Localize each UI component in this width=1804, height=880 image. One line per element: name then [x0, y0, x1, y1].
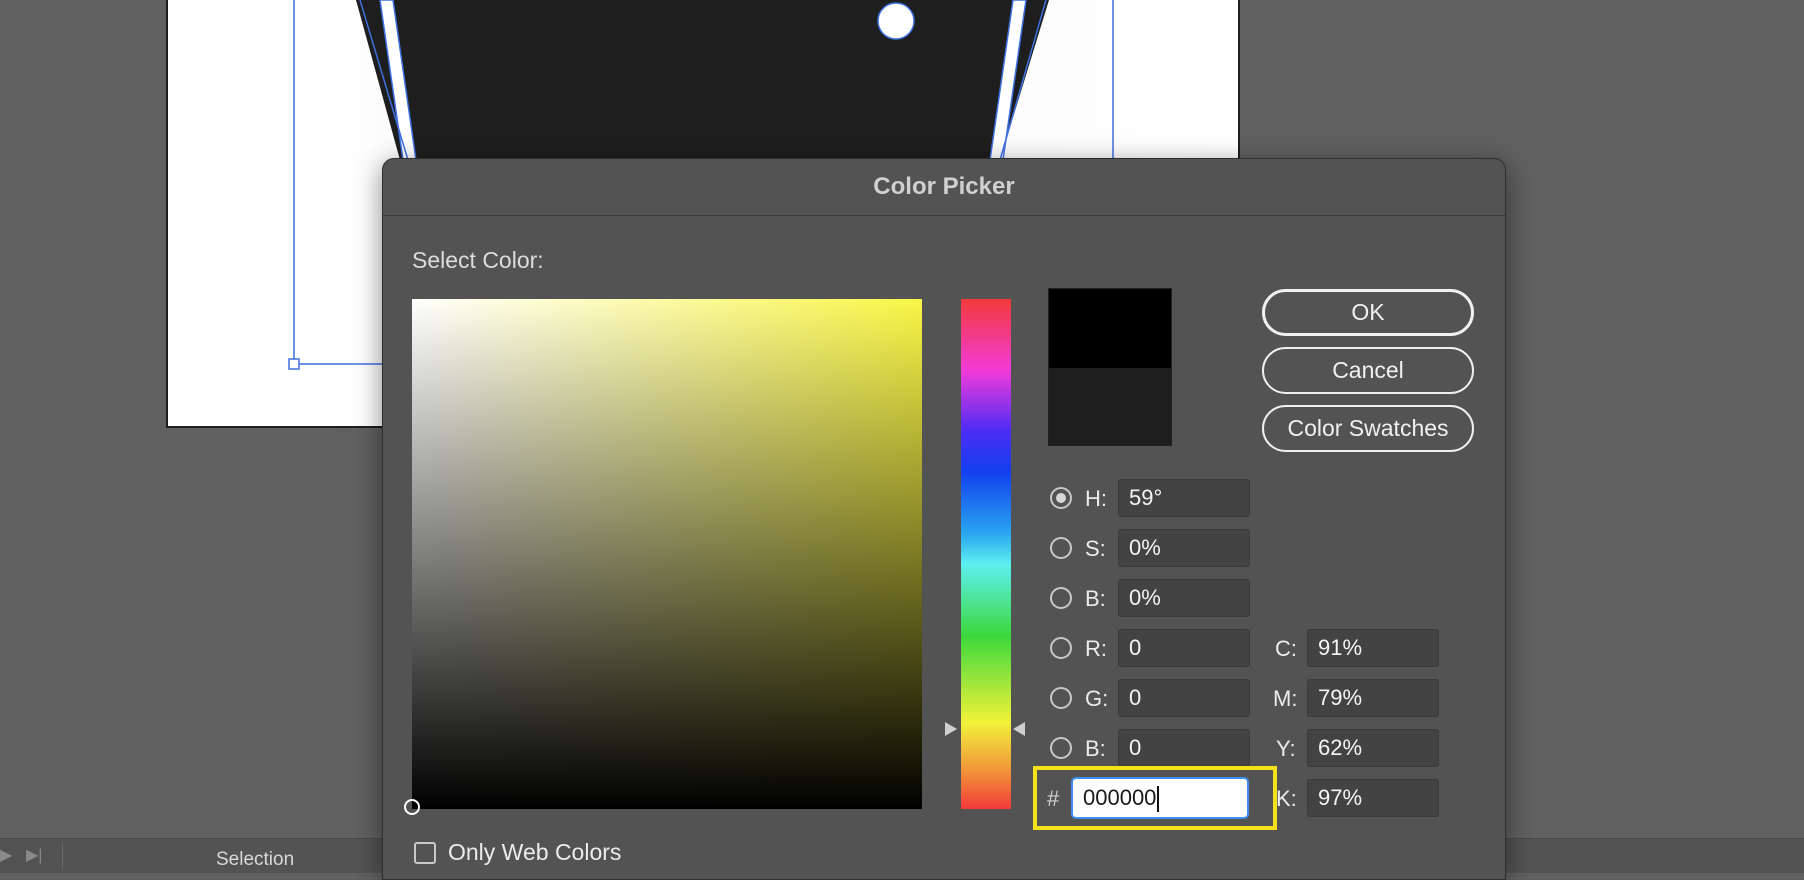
blue-radio[interactable] — [1050, 737, 1072, 759]
color-picker-dialog: Color Picker Select Color: OK Cancel Col… — [382, 158, 1506, 880]
dark-shape — [356, 0, 1049, 160]
hex-input-value: 000000 — [1083, 785, 1157, 810]
cyan-label: C: — [1275, 636, 1297, 661]
anchor-handle — [288, 358, 300, 370]
hue-label: H: — [1085, 486, 1107, 511]
red-radio[interactable] — [1050, 637, 1072, 659]
only-web-colors-checkbox[interactable] — [414, 842, 436, 864]
green-radio[interactable] — [1050, 687, 1072, 709]
saturation-brightness-field[interactable] — [404, 299, 922, 815]
color-preview — [1048, 288, 1172, 446]
play-icon[interactable]: ▶ — [0, 847, 12, 865]
saturation-input[interactable]: 0% — [1118, 529, 1250, 567]
black-label: K: — [1276, 786, 1297, 811]
brightness-radio[interactable] — [1050, 587, 1072, 609]
magenta-input[interactable]: 79% — [1307, 679, 1439, 717]
brightness-input[interactable]: 0% — [1118, 579, 1250, 617]
text-caret — [1157, 786, 1160, 813]
hue-slider[interactable] — [961, 299, 1011, 809]
blue-label: B: — [1085, 736, 1106, 761]
cancel-button[interactable]: Cancel — [1262, 347, 1474, 394]
brightness-label: B: — [1085, 586, 1106, 611]
hue-input[interactable]: 59° — [1118, 479, 1250, 517]
color-marker[interactable] — [404, 799, 420, 815]
color-swatches-button[interactable]: Color Swatches — [1262, 405, 1474, 452]
red-label: R: — [1085, 636, 1107, 661]
hex-input[interactable]: 000000 — [1071, 777, 1249, 819]
black-input[interactable]: 97% — [1307, 779, 1439, 817]
yellow-input[interactable]: 62% — [1307, 729, 1439, 767]
select-color-label: Select Color: — [412, 247, 544, 273]
shape-hole — [877, 2, 915, 40]
new-color-swatch — [1049, 289, 1171, 368]
hue-slider-right-arrow-icon[interactable] — [1013, 722, 1025, 736]
blue-input[interactable]: 0 — [1118, 729, 1250, 767]
only-web-colors-label[interactable]: Only Web Colors — [448, 839, 621, 866]
saturation-radio[interactable] — [1050, 537, 1072, 559]
original-color-swatch[interactable] — [1049, 368, 1171, 445]
current-tool-label: Selection — [216, 849, 295, 870]
cyan-input[interactable]: 91% — [1307, 629, 1439, 667]
hue-slider-left-arrow-icon[interactable] — [945, 722, 957, 736]
green-label: G: — [1085, 686, 1109, 711]
status-divider — [62, 843, 63, 869]
yellow-label: Y: — [1276, 736, 1296, 761]
hex-prefix-label: # — [1047, 786, 1060, 811]
red-input[interactable]: 0 — [1118, 629, 1250, 667]
saturation-label: S: — [1085, 536, 1106, 561]
skip-end-icon[interactable]: ▶| — [26, 847, 42, 865]
magenta-label: M: — [1273, 686, 1298, 711]
ok-button[interactable]: OK — [1262, 289, 1474, 336]
hue-radio[interactable] — [1050, 487, 1072, 509]
green-input[interactable]: 0 — [1118, 679, 1250, 717]
dialog-title[interactable]: Color Picker — [383, 159, 1505, 216]
